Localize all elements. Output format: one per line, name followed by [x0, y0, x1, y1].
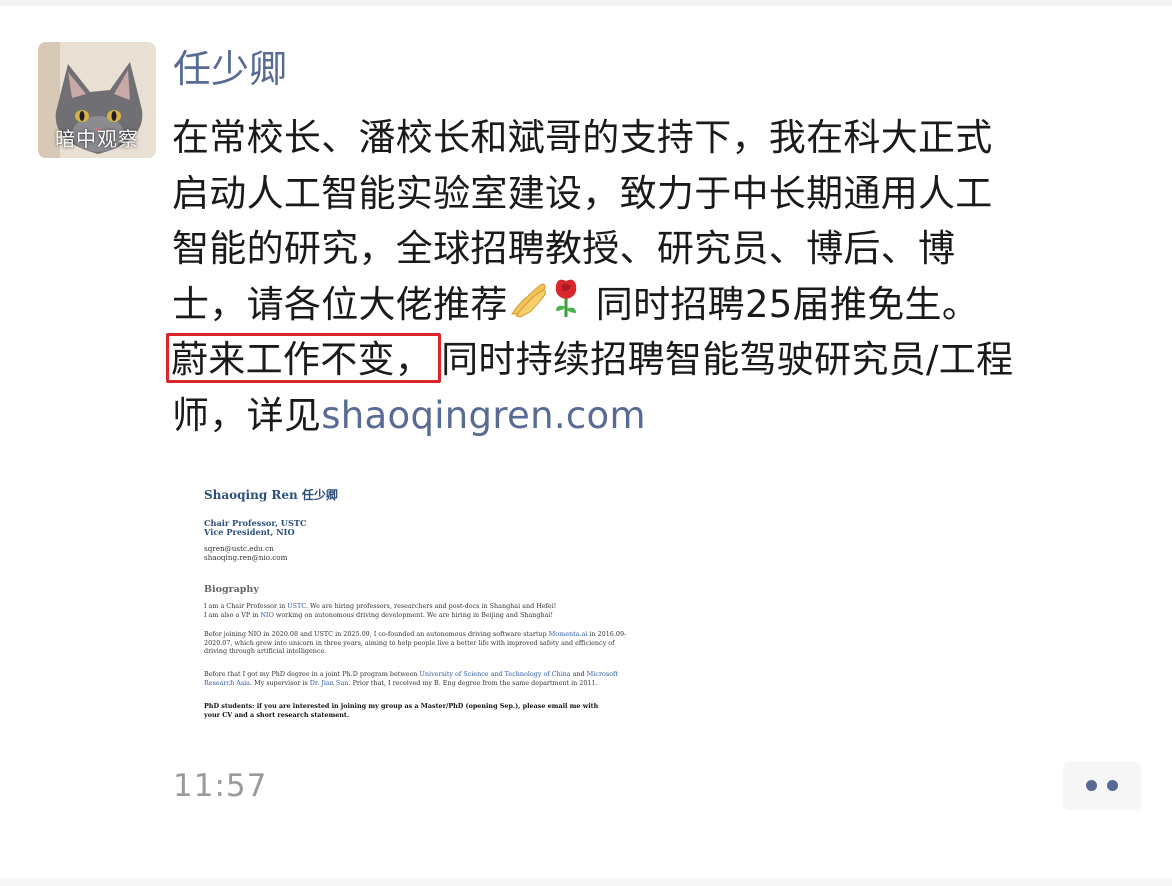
website-screenshot-image[interactable]: Shaoqing Ren 任少卿 Chair Professor, USTC V… [172, 472, 652, 740]
embed-title-2: Vice President, NIO [204, 527, 295, 537]
post-line-3: 智能的研究，全球招聘教授、研究员、博后、博 [172, 227, 956, 270]
post-timestamp: 11:57 [173, 768, 268, 804]
embed-paragraph-2: Befor joining NIO in 2020.08 and USTC in… [204, 630, 627, 656]
more-options-button[interactable] [1063, 762, 1141, 810]
post-line-4-tail: 同时招聘25届推免生。 [583, 282, 980, 326]
avatar[interactable]: 暗中观察 [38, 42, 156, 158]
highlighted-text-box: 蔚来工作不变， [166, 333, 442, 383]
post-line-6-prefix: 师，详见 [172, 393, 322, 437]
post-line-1: 在常校长、潘校长和斌哥的支持下，我在科大正式 [172, 116, 993, 159]
top-divider [0, 0, 1172, 6]
website-link[interactable]: shaoqingren.com [321, 394, 646, 437]
moments-post-page: 暗中观察 任少卿 在常校长、潘校长和斌哥的支持下，我在科大正式 启动人工智能实验… [0, 0, 1172, 886]
post-line-2: 启动人工智能实验室建设，致力于中长期通用人工 [172, 171, 993, 215]
embed-email-2: shaoqing.ren@nio.com [204, 553, 288, 562]
post-line-5-tail: 同时持续招聘智能驾驶研究员/工程 [441, 338, 1014, 381]
post-text: 在常校长、潘校长和斌哥的支持下，我在科大正式 启动人工智能实验室建设，致力于中长… [166, 110, 1152, 444]
post-line-5: 蔚来工作不变， 同时持续招聘智能驾驶研究员/工程 [166, 332, 1152, 388]
embed-name: Shaoqing Ren 任少卿 [204, 488, 338, 502]
username[interactable]: 任少卿 [173, 44, 287, 94]
post-line-4-text: 士，请各位大佬推荐 [172, 282, 508, 326]
avatar-caption: 暗中观察 [55, 127, 139, 151]
praying-hands-icon [508, 278, 548, 334]
embed-heading: Biography [204, 584, 259, 595]
post-line-4: 士，请各位大佬推荐 同时招聘25届推免生。 [172, 277, 1152, 333]
embed-paragraph-1: I am a Chair Professor in USTC. We are h… [204, 602, 557, 619]
more-dots-icon [1107, 780, 1118, 791]
embed-email-1: sqren@ustc.edu.cn [204, 544, 274, 553]
bottom-divider [0, 878, 1172, 886]
embed-paragraph-3: Before that I got my PhD degree in a joi… [204, 670, 618, 687]
embed-paragraph-4: PhD students: if you are interested in j… [204, 702, 599, 719]
post-line-6: 师，详见shaoqingren.com [172, 388, 1152, 444]
more-dots-icon [1086, 780, 1097, 791]
rose-icon [548, 277, 584, 335]
